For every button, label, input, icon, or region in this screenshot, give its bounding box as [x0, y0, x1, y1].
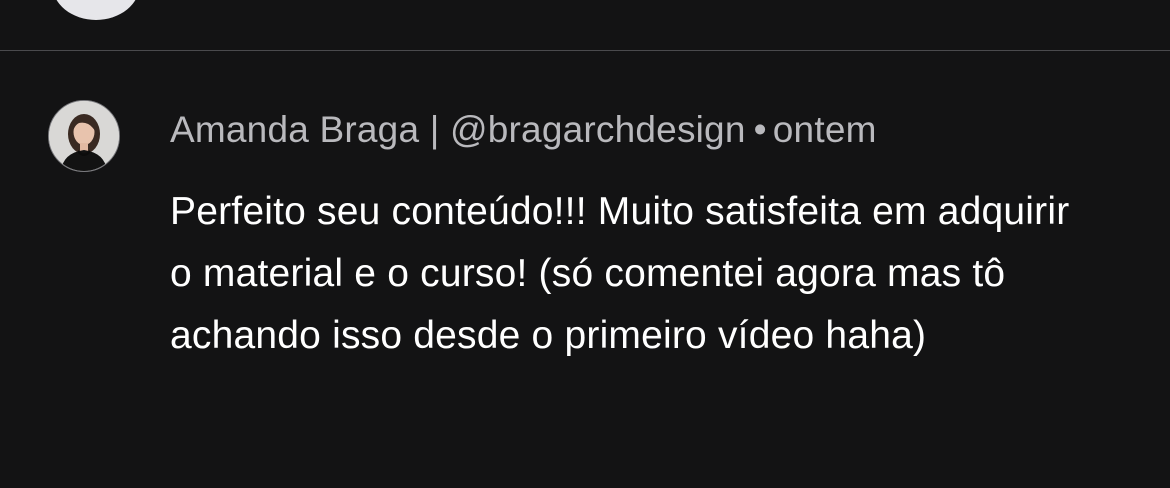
comment-meta: Amanda Braga | @bragarchdesign • ontem	[170, 109, 877, 151]
avatar[interactable]	[48, 100, 120, 172]
previous-comment-avatar[interactable]	[52, 0, 140, 20]
comment-item: Amanda Braga | @bragarchdesign • ontem Per…	[0, 51, 1170, 488]
author-name[interactable]: Amanda Braga | @bragarchdesign	[170, 109, 746, 150]
comment-text: Perfeito seu conteúdo!!! Muito satisfeit…	[170, 190, 1070, 357]
avatar-icon	[49, 101, 119, 171]
meta-separator: •	[753, 109, 767, 150]
comment-timestamp: ontem	[772, 109, 877, 150]
